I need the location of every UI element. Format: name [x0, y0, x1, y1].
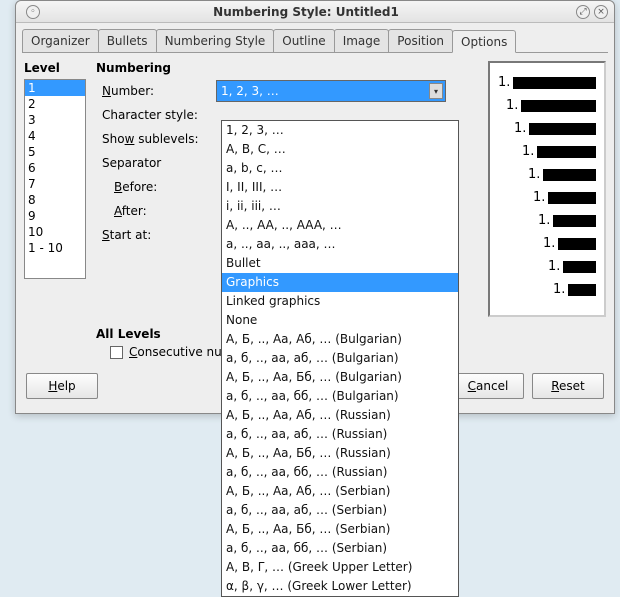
preview-bar — [548, 192, 596, 204]
level-item[interactable]: 2 — [25, 96, 85, 112]
number-option[interactable]: а, б, .., аа, аб, … (Russian) — [222, 425, 458, 444]
tab-position[interactable]: Position — [388, 29, 453, 52]
level-column: Level 1 2 3 4 5 6 7 8 9 10 1 - 10 — [24, 61, 86, 359]
number-option[interactable]: Graphics — [222, 273, 458, 292]
menu-icon[interactable]: ◦ — [26, 5, 40, 19]
level-item[interactable]: 1 — [25, 80, 85, 96]
level-item[interactable]: 6 — [25, 160, 85, 176]
preview-num: 1. — [548, 259, 560, 274]
number-option[interactable]: Α, Β, Γ, … (Greek Upper Letter) — [222, 558, 458, 577]
level-item[interactable]: 4 — [25, 128, 85, 144]
level-item[interactable]: 9 — [25, 208, 85, 224]
number-option[interactable]: А, Б, .., Аа, Бб, … (Bulgarian) — [222, 368, 458, 387]
title-bar: ◦ Numbering Style: Untitled1 ⤢ × — [16, 1, 614, 23]
number-option[interactable]: A, B, C, … — [222, 140, 458, 159]
level-item[interactable]: 3 — [25, 112, 85, 128]
preview-num: 1. — [514, 121, 526, 136]
preview-num: 1. — [528, 167, 540, 182]
level-list[interactable]: 1 2 3 4 5 6 7 8 9 10 1 - 10 — [24, 79, 86, 279]
preview-num: 1. — [498, 75, 510, 90]
showsub-label: Show sublevels: — [96, 132, 216, 146]
number-option[interactable]: а, б, .., аа, бб, … (Serbian) — [222, 539, 458, 558]
preview-num: 1. — [538, 213, 550, 228]
separator-label: Separator — [96, 156, 216, 170]
preview-num: 1. — [506, 98, 518, 113]
number-option[interactable]: а, б, .., аа, аб, … (Bulgarian) — [222, 349, 458, 368]
preview-bar — [568, 284, 596, 296]
level-item[interactable]: 1 - 10 — [25, 240, 85, 256]
preview-bar — [543, 169, 596, 181]
number-option[interactable]: А, Б, .., Аа, Аб, … (Russian) — [222, 406, 458, 425]
number-option[interactable]: None — [222, 311, 458, 330]
number-option[interactable]: а, б, .., аа, аб, … (Serbian) — [222, 501, 458, 520]
number-option[interactable]: α, β, γ, … (Greek Lower Letter) — [222, 577, 458, 596]
tab-outline[interactable]: Outline — [273, 29, 334, 52]
preview-bar — [563, 261, 596, 273]
number-option[interactable]: a, b, c, … — [222, 159, 458, 178]
level-item[interactable]: 7 — [25, 176, 85, 192]
number-option[interactable]: Linked graphics — [222, 292, 458, 311]
number-option[interactable]: А, Б, .., Аа, Бб, … (Russian) — [222, 444, 458, 463]
preview-bar — [521, 100, 596, 112]
number-option[interactable]: a, .., aa, .., aaa, … — [222, 235, 458, 254]
tab-image[interactable]: Image — [334, 29, 390, 52]
number-option[interactable]: I, II, III, … — [222, 178, 458, 197]
help-button[interactable]: Help — [26, 373, 98, 399]
level-header: Level — [24, 61, 86, 75]
preview-pane: 1. 1. 1. 1. 1. 1. 1. 1. 1. 1. — [488, 61, 606, 317]
after-label: After: — [96, 204, 216, 218]
chevron-down-icon[interactable]: ▾ — [429, 83, 443, 99]
preview-num: 1. — [533, 190, 545, 205]
startat-label: Start at: — [96, 228, 216, 242]
preview-num: 1. — [522, 144, 534, 159]
numbering-header: Numbering — [96, 61, 474, 75]
preview-num: 1. — [553, 282, 565, 297]
number-option[interactable]: 1, 2, 3, … — [222, 121, 458, 140]
number-option[interactable]: Bullet — [222, 254, 458, 273]
preview-bar — [558, 238, 596, 250]
tab-bar: Organizer Bullets Numbering Style Outlin… — [22, 29, 608, 53]
window-title: Numbering Style: Untitled1 — [40, 5, 572, 19]
number-option[interactable]: А, Б, .., Аа, Аб, … (Serbian) — [222, 482, 458, 501]
number-option[interactable]: A, .., AA, .., AAA, … — [222, 216, 458, 235]
tab-organizer[interactable]: Organizer — [22, 29, 99, 52]
number-option[interactable]: а, б, .., аа, бб, … (Bulgarian) — [222, 387, 458, 406]
number-option[interactable]: А, Б, .., Аа, Бб, … (Serbian) — [222, 520, 458, 539]
reset-button[interactable]: Reset — [532, 373, 604, 399]
row-number: Number: 1, 2, 3, … ▾ — [96, 79, 474, 103]
preview-bar — [537, 146, 596, 158]
tab-options[interactable]: Options — [452, 30, 516, 53]
level-item[interactable]: 10 — [25, 224, 85, 240]
close-icon[interactable]: × — [594, 5, 608, 19]
number-combo-value: 1, 2, 3, … — [221, 84, 279, 98]
cancel-button[interactable]: Cancel — [452, 373, 524, 399]
number-dropdown[interactable]: 1, 2, 3, …A, B, C, …a, b, c, …I, II, III… — [221, 120, 459, 597]
charstyle-label: Character style: — [96, 108, 216, 122]
level-item[interactable]: 5 — [25, 144, 85, 160]
number-combo[interactable]: 1, 2, 3, … ▾ — [216, 80, 446, 102]
before-label: Before: — [96, 180, 216, 194]
tab-numbering-style[interactable]: Numbering Style — [156, 29, 275, 52]
number-option[interactable]: А, Б, .., Аа, Аб, … (Bulgarian) — [222, 330, 458, 349]
consecutive-label: Consecutive nu — [129, 345, 222, 359]
maximize-icon[interactable]: ⤢ — [576, 5, 590, 19]
preview-bar — [513, 77, 596, 89]
number-label: Number: — [96, 84, 216, 98]
consecutive-checkbox[interactable] — [110, 346, 123, 359]
preview-bar — [553, 215, 596, 227]
number-option[interactable]: i, ii, iii, … — [222, 197, 458, 216]
number-option[interactable]: а, б, .., аа, бб, … (Russian) — [222, 463, 458, 482]
preview-bar — [529, 123, 596, 135]
preview-num: 1. — [543, 236, 555, 251]
level-item[interactable]: 8 — [25, 192, 85, 208]
tab-bullets[interactable]: Bullets — [98, 29, 157, 52]
